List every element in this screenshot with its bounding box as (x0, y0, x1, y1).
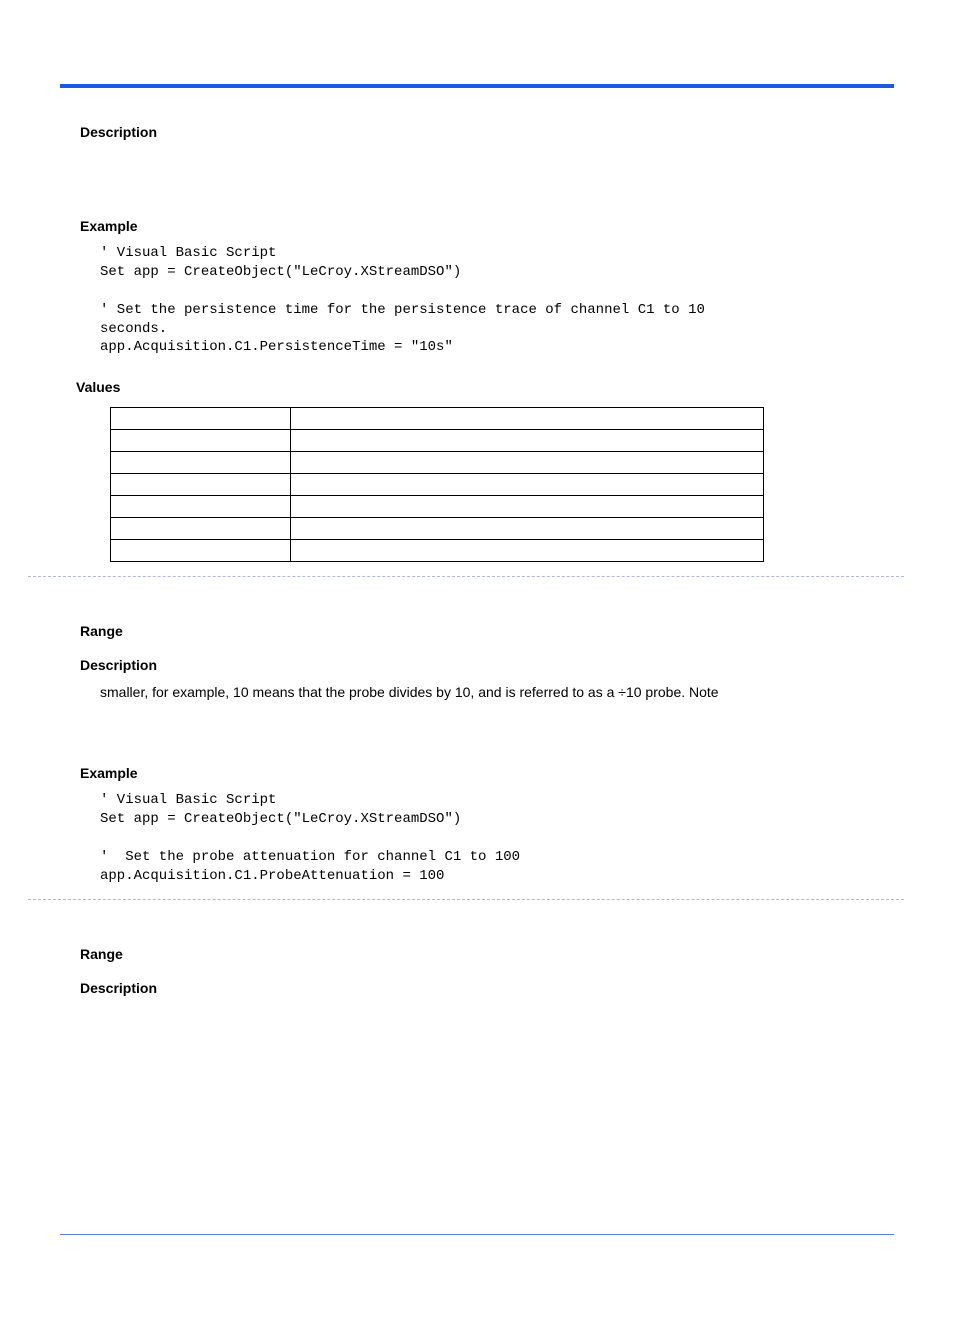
example-heading-2: Example (80, 765, 874, 781)
content-area: Description Example ' Visual Basic Scrip… (0, 124, 954, 996)
code-line: seconds. (100, 321, 167, 337)
table-cell (111, 518, 291, 540)
example-heading-1: Example (80, 218, 874, 234)
table-cell (291, 474, 764, 496)
values-heading: Values (76, 379, 874, 395)
table-cell (111, 452, 291, 474)
table-cell (291, 452, 764, 474)
table-cell (111, 474, 291, 496)
header-rule (60, 84, 894, 88)
description-heading-3: Description (80, 980, 874, 996)
table-cell (291, 430, 764, 452)
values-table (110, 407, 764, 562)
table-cell (291, 540, 764, 562)
table-row (111, 474, 764, 496)
table-cell (111, 496, 291, 518)
code-line: Set app = CreateObject("LeCroy.XStreamDS… (100, 811, 461, 827)
table-row (111, 452, 764, 474)
table-cell (111, 408, 291, 430)
range-heading-3: Range (80, 946, 874, 962)
code-block-2: ' Visual Basic Script Set app = CreateOb… (100, 791, 874, 885)
table-cell (291, 496, 764, 518)
code-line: app.Acquisition.C1.PersistenceTime = "10… (100, 339, 453, 355)
table-row (111, 518, 764, 540)
code-line: Set app = CreateObject("LeCroy.XStreamDS… (100, 264, 461, 280)
table-row (111, 408, 764, 430)
table-row (111, 540, 764, 562)
code-line: ' Visual Basic Script (100, 792, 276, 808)
code-line: ' Set the probe attenuation for channel … (100, 849, 520, 865)
description-body-2: smaller, for example, 10 means that the … (100, 683, 874, 703)
description-heading-2: Description (80, 657, 874, 673)
code-line: ' Set the persistence time for the persi… (100, 302, 713, 318)
table-cell (291, 518, 764, 540)
page: Description Example ' Visual Basic Scrip… (0, 84, 954, 996)
range-heading-2: Range (80, 623, 874, 639)
description-heading-1: Description (80, 124, 874, 140)
table-row (111, 430, 764, 452)
code-block-1: ' Visual Basic Script Set app = CreateOb… (100, 244, 874, 357)
code-line: app.Acquisition.C1.ProbeAttenuation = 10… (100, 868, 444, 884)
table-cell (291, 408, 764, 430)
table-cell (111, 430, 291, 452)
table-cell (111, 540, 291, 562)
table-row (111, 496, 764, 518)
code-line: ' Visual Basic Script (100, 245, 276, 261)
